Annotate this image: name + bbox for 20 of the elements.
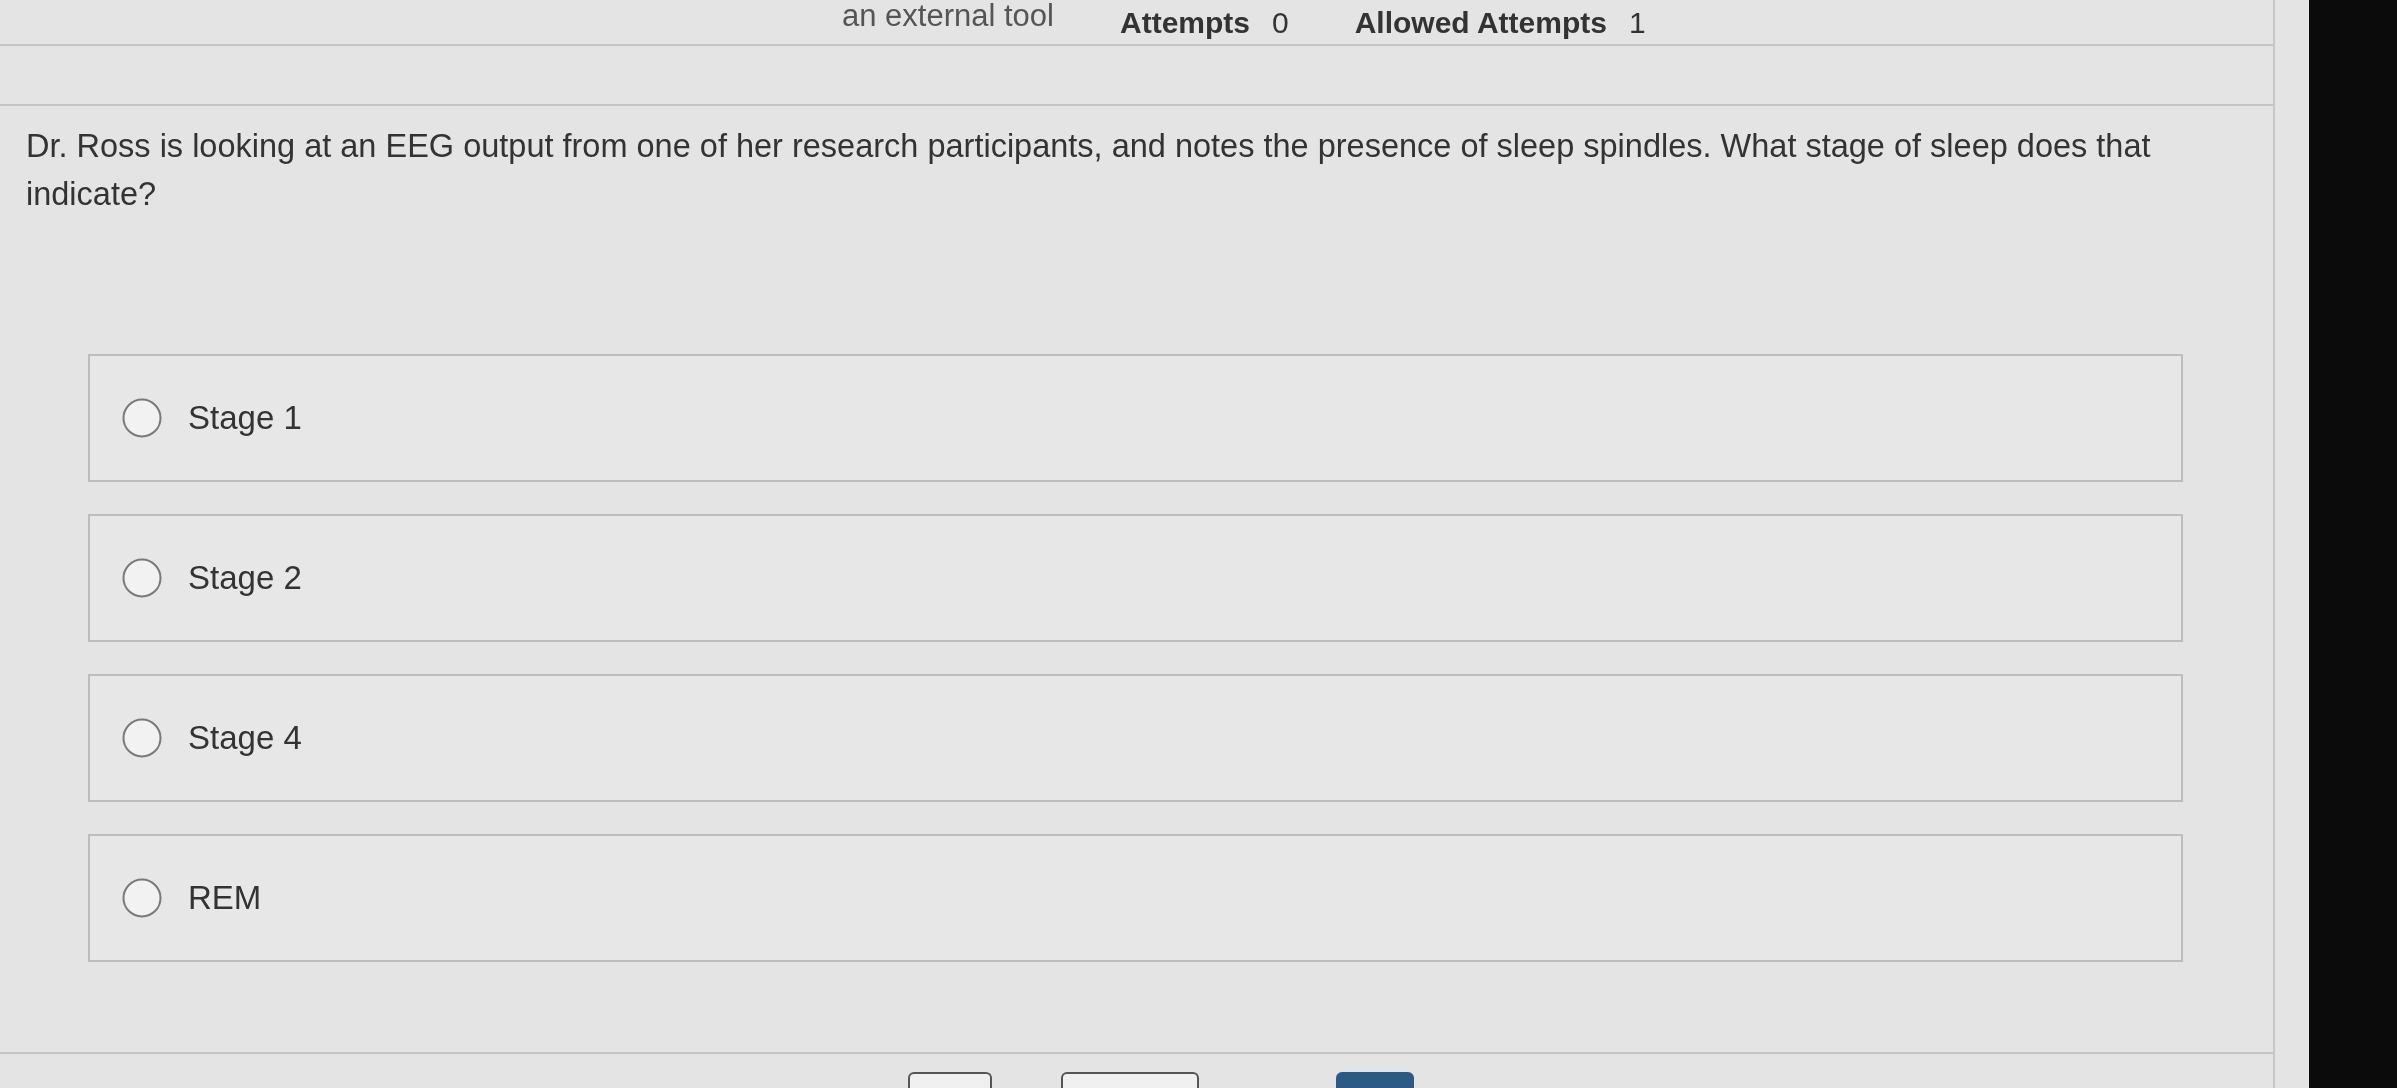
- radio-button[interactable]: [122, 558, 162, 598]
- attempts-value: 0: [1272, 5, 1289, 41]
- option-label: REM: [188, 878, 262, 918]
- footer-button[interactable]: [1061, 1072, 1199, 1088]
- option-label: Stage 1: [188, 398, 302, 438]
- answer-option[interactable]: REM: [88, 834, 2183, 962]
- radio-button[interactable]: [122, 398, 162, 438]
- answer-option[interactable]: Stage 2: [88, 514, 2183, 642]
- tool-caption: an external tool: [842, 0, 1054, 32]
- option-label: Stage 4: [188, 718, 302, 758]
- footer-button[interactable]: [908, 1072, 992, 1088]
- option-label: Stage 2: [188, 558, 302, 598]
- allowed-attempts-value: 1: [1628, 5, 1646, 41]
- allowed-attempts-label: Allowed Attempts: [1354, 5, 1607, 41]
- answer-option[interactable]: Stage 4: [88, 674, 2183, 802]
- attempts-label: Attempts: [1120, 5, 1250, 41]
- answer-option[interactable]: Stage 1: [88, 354, 2183, 482]
- question-text: Dr. Ross is looking at an EEG output from one of her research participants, and notes the presence of sleep spindles. What stage of sleep does that indicate?: [26, 127, 2152, 214]
- radio-button[interactable]: [122, 718, 162, 758]
- radio-button[interactable]: [122, 878, 162, 918]
